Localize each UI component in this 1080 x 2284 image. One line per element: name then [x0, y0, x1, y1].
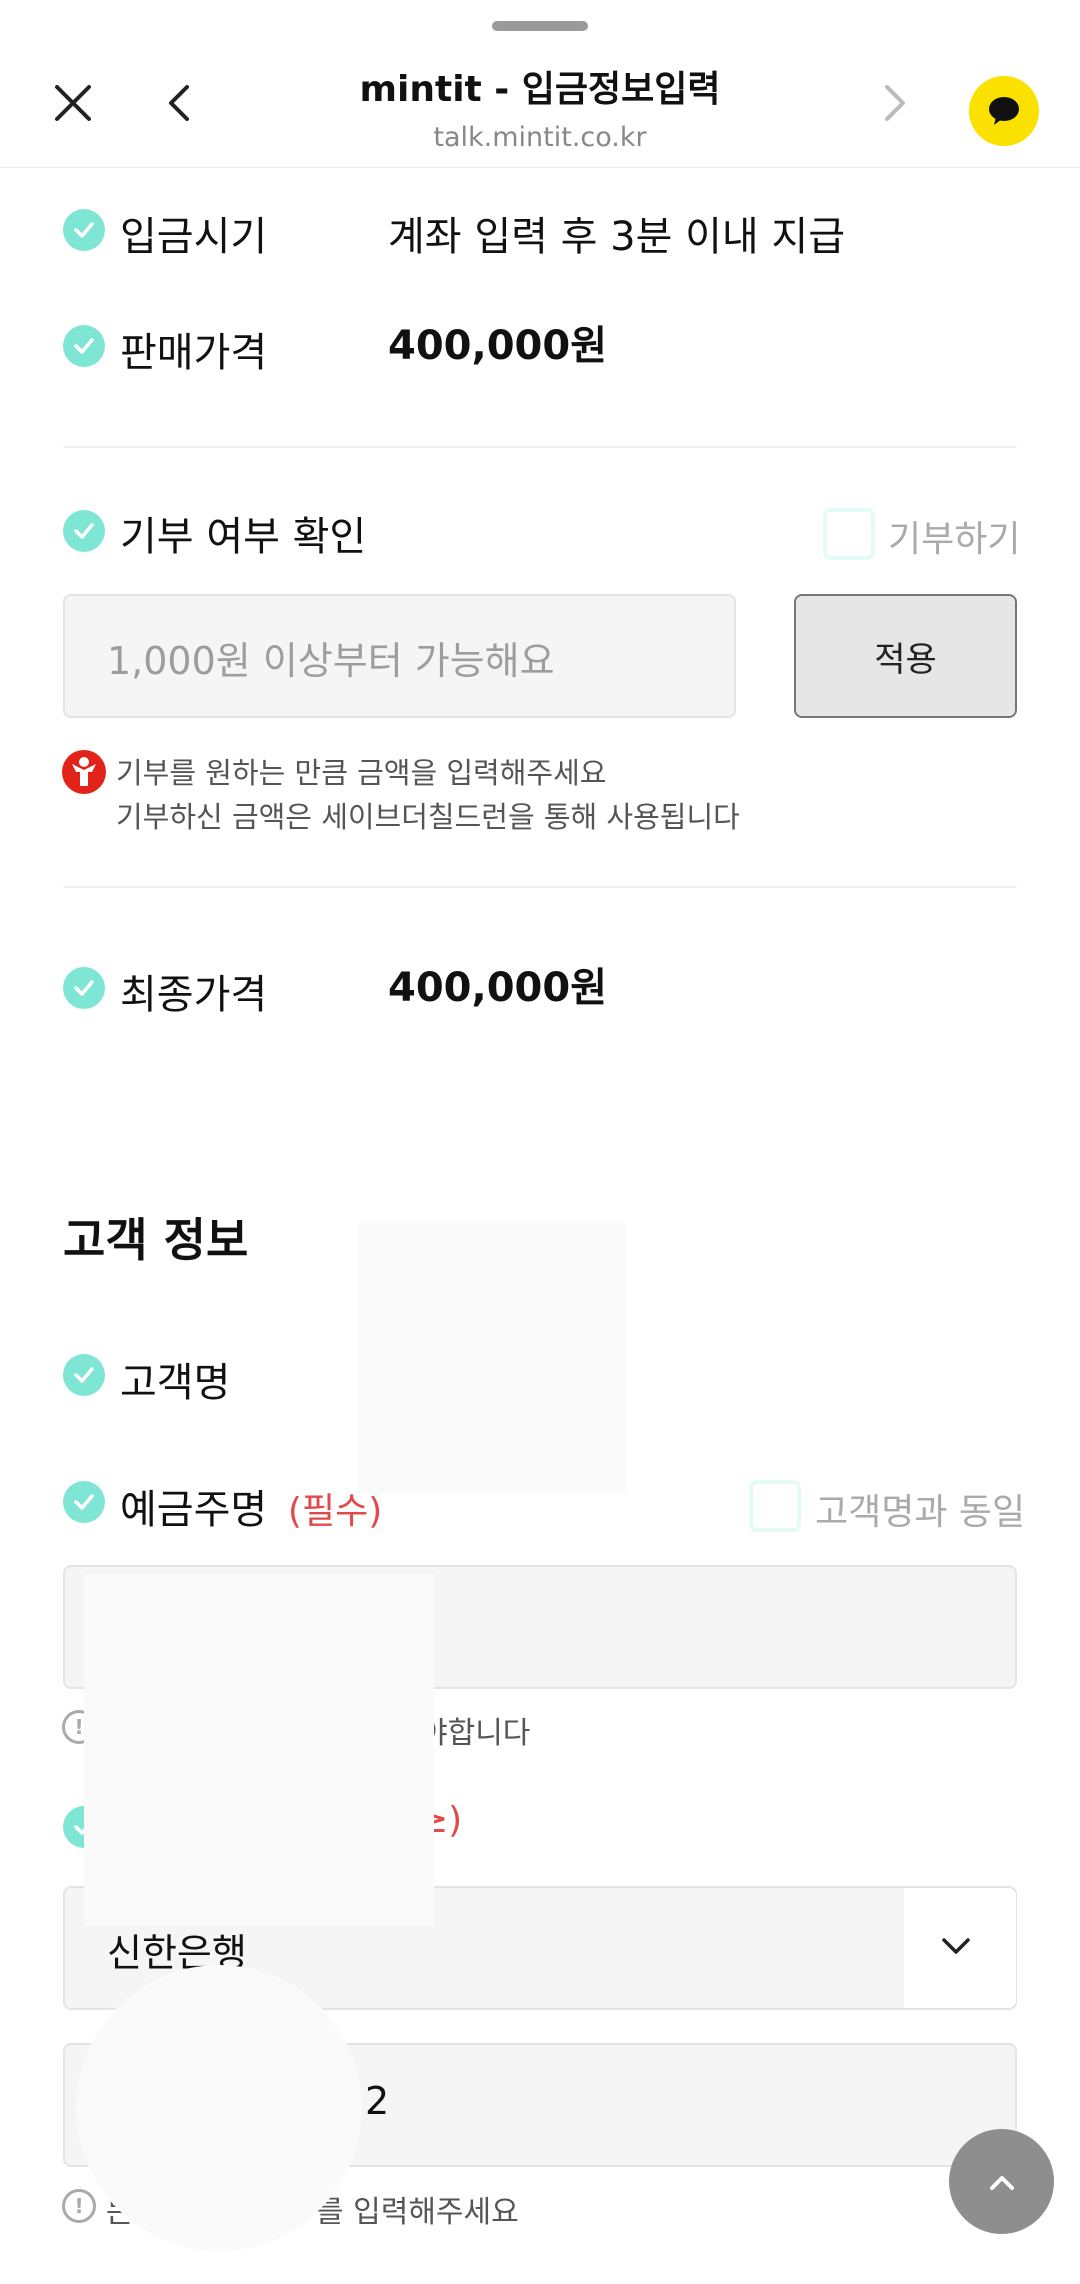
- check-icon: [63, 510, 105, 552]
- kakao-share-button[interactable]: [969, 76, 1039, 146]
- bottom-sheet: mintit - 입금정보입력 talk.mintit.co.kr 입금시기 계…: [0, 0, 1080, 2284]
- holder-hint: 야합니다: [420, 1716, 531, 1751]
- close-icon: [55, 85, 91, 121]
- donate-checkbox[interactable]: [823, 508, 875, 560]
- divider: [63, 446, 1017, 448]
- save-the-children-logo: [62, 750, 106, 794]
- donation-note-line1: 기부를 원하는 만큼 금액을 입력해주세요: [116, 756, 607, 790]
- divider: [63, 886, 1017, 888]
- sheet-grab-handle[interactable]: [492, 21, 588, 31]
- close-button[interactable]: [40, 70, 106, 136]
- header-title-block: mintit - 입금정보입력 talk.mintit.co.kr: [290, 60, 790, 153]
- customer-name-label: 고객명: [120, 1360, 231, 1406]
- donation-amount-input[interactable]: 1,000원 이상부터 가능해요: [63, 594, 736, 718]
- exclamation-circle-icon: !: [62, 2189, 96, 2223]
- timing-label: 입금시기: [120, 214, 268, 260]
- chevron-left-icon: [169, 85, 189, 121]
- account-number-value: 2: [365, 2079, 390, 2123]
- check-icon: [63, 209, 105, 251]
- page-url: talk.mintit.co.kr: [433, 122, 647, 153]
- check-icon: [63, 967, 105, 1009]
- redacted-account-block: [76, 1965, 362, 2251]
- donation-note-line2: 기부하신 금액은 세이브더칠드런을 통해 사용됩니다: [116, 800, 740, 834]
- chevron-right-icon: [885, 85, 905, 121]
- redacted-customer-name: [358, 1223, 626, 1493]
- customer-section-title: 고객 정보: [63, 1213, 249, 1267]
- forward-button[interactable]: [860, 70, 926, 136]
- apply-donation-button[interactable]: 적용: [794, 594, 1017, 718]
- scroll-to-top-button[interactable]: [949, 2129, 1054, 2234]
- donation-amount-placeholder: 1,000원 이상부터 가능해요: [107, 639, 555, 683]
- top-bar: mintit - 입금정보입력 talk.mintit.co.kr: [0, 40, 1080, 168]
- holder-label: 예금주명 (필수): [120, 1487, 383, 1533]
- final-price-label: 최종가격: [120, 972, 268, 1018]
- same-as-customer-label[interactable]: 고객명과 동일: [815, 1483, 1025, 1535]
- back-button[interactable]: [148, 70, 214, 136]
- timing-value: 계좌 입력 후 3분 이내 지급: [388, 214, 846, 260]
- chevron-down-icon: [942, 1938, 970, 1954]
- same-as-customer-checkbox[interactable]: [749, 1480, 801, 1532]
- page-title: mintit - 입금정보입력: [359, 69, 721, 110]
- sale-price-label: 판매가격: [120, 330, 268, 376]
- sale-price-value: 400,000원: [388, 323, 607, 369]
- chevron-up-icon: [989, 2175, 1014, 2190]
- check-icon: [63, 325, 105, 367]
- donate-checkbox-label[interactable]: 기부하기: [888, 510, 1020, 562]
- redacted-holder-block: [84, 1574, 434, 1926]
- final-price-value: 400,000원: [388, 965, 607, 1011]
- kakao-talk-icon: [989, 97, 1019, 125]
- holder-required-tag: (필수): [287, 1491, 383, 1532]
- account-hint-suffix: 를 입력해주세요: [316, 2195, 519, 2230]
- donation-label: 기부 여부 확인: [120, 514, 367, 560]
- check-icon: [63, 1481, 105, 1523]
- check-icon: [63, 1354, 105, 1396]
